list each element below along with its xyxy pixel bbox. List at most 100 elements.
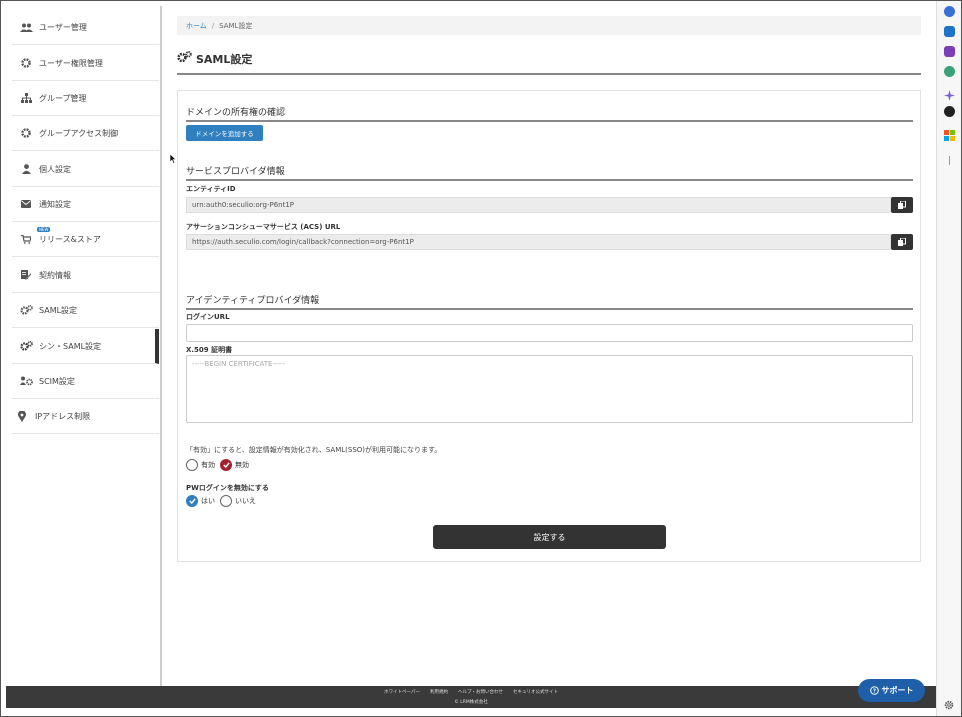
gears-icon	[177, 51, 192, 66]
gears-icon	[18, 305, 34, 315]
login-url-input[interactable]	[186, 324, 913, 342]
copy-entity-id-button[interactable]	[891, 197, 913, 213]
submit-button[interactable]: 設定する	[433, 525, 666, 549]
page-title-text: SAML設定	[196, 53, 253, 66]
certificate-label: X.509 証明書	[186, 346, 233, 354]
page-title: SAML設定	[177, 51, 921, 75]
enable-radio-on[interactable]	[186, 459, 198, 471]
sidebar-item-label: リリース&ストア	[39, 234, 101, 244]
sidebar-item-label: SCIM設定	[39, 376, 75, 386]
check-icon	[222, 462, 230, 468]
enable-note: 「有効」にすると、設定情報が有効化され、SAML(SSO)が利用可能になります。	[186, 446, 442, 454]
users-icon	[18, 23, 34, 32]
sidebar-item-label: グループ管理	[39, 93, 87, 103]
sidebar-item-label: ユーザー権限管理	[39, 58, 103, 68]
sparkle-icon[interactable]	[944, 86, 955, 101]
idp-section-title: アイデンティティプロバイダ情報	[186, 293, 913, 310]
enable-radio-on-label: 有効	[201, 461, 215, 469]
breadcrumb-separator: /	[211, 21, 215, 30]
pw-login-radio-yes[interactable]	[186, 495, 198, 507]
sidebar: ユーザー管理 ユーザー権限管理 グループ管理 グループアクセス制御 個人設定 通…	[6, 6, 162, 686]
browser-side-panel	[936, 0, 962, 717]
entity-id-field[interactable]: urn:auth0:seculio:org-P6nt1P	[186, 197, 891, 213]
breadcrumb-current: SAML設定	[219, 21, 253, 30]
sidebar-item-scim[interactable]: SCIM設定	[12, 364, 159, 399]
breadcrumb: ホーム / SAML設定	[177, 16, 921, 35]
sidebar-item-release-store[interactable]: NEW リリース&ストア	[12, 222, 159, 257]
pw-login-radio-yes-label: はい	[201, 497, 215, 505]
sidebar-item-shin-saml[interactable]: シン・SAML設定	[12, 329, 159, 364]
question-circle-icon: ?	[869, 686, 879, 695]
sidebar-item-label: ユーザー管理	[39, 22, 87, 32]
support-label: サポート	[881, 686, 914, 695]
cart-icon	[18, 234, 34, 244]
copilot-icon[interactable]	[944, 6, 955, 17]
map-marker-icon	[14, 410, 30, 422]
copy-icon	[898, 201, 906, 209]
sidebar-item-personal-settings[interactable]: 個人設定	[12, 152, 159, 187]
pw-login-radio-group: はい いいえ	[186, 495, 261, 507]
breadcrumb-home-link[interactable]: ホーム	[186, 21, 207, 31]
sidebar-item-label: SAML設定	[39, 305, 78, 315]
add-panel-divider	[949, 156, 950, 165]
pw-login-radio-no-label: いいえ	[235, 497, 256, 505]
onenote-icon[interactable]	[944, 46, 955, 57]
users-gear-icon	[18, 376, 34, 386]
svg-text:?: ?	[872, 689, 875, 695]
enable-radio-off[interactable]	[220, 459, 232, 471]
pw-login-label: PWログインを無効にする	[186, 484, 269, 492]
sidebar-item-ip-restriction[interactable]: IPアドレス制限	[12, 399, 159, 434]
office-icon[interactable]	[944, 126, 955, 141]
sidebar-item-group-management[interactable]: グループ管理	[12, 81, 159, 116]
footer-link-terms[interactable]: 利用規約	[430, 689, 448, 695]
outlook-icon[interactable]	[944, 26, 955, 37]
sidebar-item-label: 個人設定	[39, 164, 71, 174]
sidebar-item-saml[interactable]: SAML設定	[12, 293, 159, 328]
envelope-icon	[18, 200, 34, 208]
sidebar-item-contract[interactable]: 契約情報	[12, 258, 159, 293]
sidebar-item-label: 通知設定	[39, 199, 71, 209]
saml-settings-panel: ドメインの所有権の確認 ドメインを追加する サービスプロバイダ情報 エンティティ…	[177, 90, 921, 562]
sidebar-item-group-access[interactable]: グループアクセス制御	[12, 116, 159, 151]
acs-url-field[interactable]: https://auth.seculio.com/login/callback?…	[186, 234, 891, 250]
footer-links: ホワイトペーパー 利用規約 ヘルプ・お問い合わせ セキュリオ公式サイト	[6, 689, 936, 695]
footer-copyright: © LRM株式会社	[454, 700, 488, 705]
footer-link-whitepaper[interactable]: ホワイトペーパー	[384, 689, 420, 695]
new-badge: NEW	[37, 227, 51, 232]
gear-icon	[18, 58, 34, 68]
entity-id-label: エンティティID	[186, 185, 236, 193]
main-content: ホーム / SAML設定 SAML設定 ドメインの所有権の確認 ドメインを追加す…	[168, 6, 932, 686]
contract-icon	[18, 270, 34, 280]
settings-gear-icon[interactable]	[944, 695, 955, 710]
sidebar-item-user-permissions[interactable]: ユーザー権限管理	[12, 46, 159, 81]
copy-acs-url-button[interactable]	[891, 234, 913, 250]
sidebar-item-notifications[interactable]: 通知設定	[12, 187, 159, 222]
enable-radio-off-label: 無効	[235, 461, 249, 469]
footer: ホワイトペーパー 利用規約 ヘルプ・お問い合わせ セキュリオ公式サイト © LR…	[6, 686, 936, 708]
check-icon	[188, 498, 196, 504]
gears-icon	[18, 341, 34, 351]
user-icon	[18, 164, 34, 174]
enable-radio-group: 有効 無効	[186, 459, 254, 471]
certificate-textarea[interactable]: -----BEGIN CERTIFICATE-----	[186, 355, 913, 423]
sitemap-icon	[18, 93, 34, 103]
sidebar-item-label: IPアドレス制限	[35, 411, 91, 421]
footer-link-help[interactable]: ヘルプ・お問い合わせ	[458, 689, 503, 695]
domain-section-title: ドメインの所有権の確認	[186, 105, 913, 122]
footer-link-official-site[interactable]: セキュリオ公式サイト	[513, 689, 558, 695]
support-button[interactable]: ? サポート	[858, 679, 925, 702]
sidebar-item-label: 契約情報	[39, 270, 71, 280]
sidebar-item-label: シン・SAML設定	[39, 341, 102, 351]
gear-icon	[18, 128, 34, 138]
sidebar-item-user-management[interactable]: ユーザー管理	[12, 10, 159, 45]
login-url-label: ログインURL	[186, 313, 230, 321]
copy-icon	[898, 238, 906, 246]
sidebar-item-label: グループアクセス制御	[39, 128, 119, 138]
acs-url-label: アサーションコンシューマサービス (ACS) URL	[186, 223, 341, 231]
games-icon[interactable]	[944, 66, 955, 77]
github-icon[interactable]	[944, 106, 955, 117]
add-domain-button[interactable]: ドメインを追加する	[186, 125, 263, 141]
mouse-cursor-icon	[169, 149, 177, 168]
sp-section-title: サービスプロバイダ情報	[186, 164, 913, 181]
pw-login-radio-no[interactable]	[220, 495, 232, 507]
